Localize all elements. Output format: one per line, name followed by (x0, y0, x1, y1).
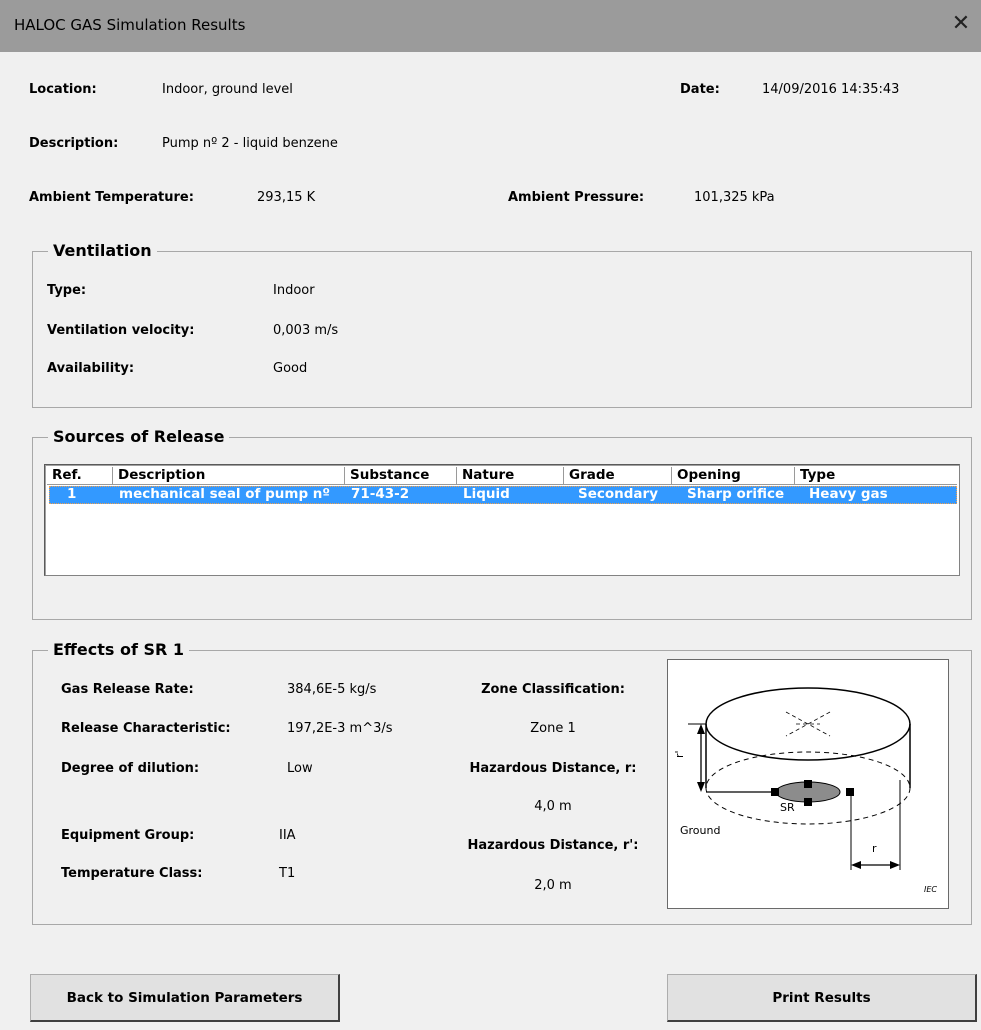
equipment-group-label: Equipment Group: (61, 828, 195, 843)
date-label: Date: (680, 82, 720, 97)
hazard-zone-diagram: r' SR Ground r IEC (667, 659, 949, 909)
close-icon[interactable]: ✕ (947, 10, 975, 38)
location-label: Location: (29, 82, 97, 97)
ground-label: Ground (680, 824, 720, 837)
ventilation-velocity-label: Ventilation velocity: (47, 323, 195, 338)
equipment-group-value: IIA (279, 828, 296, 843)
description-value: Pump nº 2 - liquid benzene (162, 136, 338, 151)
cell-grade: Secondary (578, 487, 658, 502)
cell-opening: Sharp orifice (687, 487, 785, 502)
column-header-substance[interactable]: Substance (345, 467, 457, 485)
temperature-class-value: T1 (279, 866, 296, 881)
availability-value: Good (273, 361, 308, 376)
iec-label: IEC (924, 885, 937, 894)
zone-classification-value: Zone 1 (530, 721, 576, 736)
sources-title: Sources of Release (48, 427, 230, 447)
dilution-value: Low (287, 761, 313, 776)
hazardous-distance-r2-value: 2,0 m (534, 878, 572, 893)
list-header: Ref. Description Substance Nature Grade … (47, 467, 957, 485)
ambient-pressure-label: Ambient Pressure: (508, 190, 645, 205)
back-button-label: Back to Simulation Parameters (66, 989, 303, 1006)
gas-release-rate-value: 384,6E-5 kg/s (287, 682, 377, 697)
ventilation-velocity-value: 0,003 m/s (273, 323, 339, 338)
sr-label: SR (780, 801, 795, 814)
print-results-button[interactable]: Print Results (667, 974, 977, 1022)
gas-release-rate-label: Gas Release Rate: (61, 682, 194, 697)
description-label: Description: (29, 136, 119, 151)
hazard-zone-drawing: r' SR Ground r IEC (673, 687, 937, 894)
cell-substance: 71-43-2 (351, 487, 410, 502)
column-header-grade[interactable]: Grade (564, 467, 672, 485)
hazardous-distance-r-value: 4,0 m (534, 799, 572, 814)
temperature-class-label: Temperature Class: (61, 866, 203, 881)
column-header-ref[interactable]: Ref. (47, 467, 113, 485)
location-value: Indoor, ground level (162, 82, 293, 97)
ambient-pressure-value: 101,325 kPa (694, 190, 775, 205)
column-header-description[interactable]: Description (113, 467, 345, 485)
column-header-type[interactable]: Type (795, 467, 957, 485)
hazardous-distance-r-label: Hazardous Distance, r: (469, 761, 637, 776)
r-prime-label: r' (673, 750, 686, 758)
release-characteristic-value: 197,2E-3 m^3/s (287, 721, 393, 736)
title-bar: HALOC GAS Simulation Results ✕ (0, 0, 981, 52)
column-header-opening[interactable]: Opening (672, 467, 795, 485)
hazardous-distance-r2-label: Hazardous Distance, r': (467, 838, 639, 853)
ventilation-type-label: Type: (47, 283, 87, 298)
zone-classification-label: Zone Classification: (481, 682, 625, 697)
cell-ref: 1 (67, 487, 77, 502)
column-header-nature[interactable]: Nature (457, 467, 564, 485)
cell-description: mechanical seal of pump nº (119, 487, 331, 502)
release-characteristic-label: Release Characteristic: (61, 721, 231, 736)
ambient-temperature-value: 293,15 K (257, 190, 316, 205)
r-label: r (872, 842, 877, 855)
dilution-label: Degree of dilution: (61, 761, 200, 776)
cell-nature: Liquid (463, 487, 510, 502)
table-row[interactable]: 1 mechanical seal of pump nº 71-43-2 Liq… (49, 486, 957, 504)
availability-label: Availability: (47, 361, 135, 376)
ventilation-title: Ventilation (48, 241, 157, 261)
print-button-label: Print Results (772, 989, 871, 1006)
cell-type: Heavy gas (809, 487, 888, 502)
ventilation-type-value: Indoor (273, 283, 315, 298)
back-to-simulation-parameters-button[interactable]: Back to Simulation Parameters (30, 974, 340, 1022)
sources-list[interactable]: Ref. Description Substance Nature Grade … (44, 464, 960, 576)
window-title: HALOC GAS Simulation Results (14, 16, 246, 34)
date-value: 14/09/2016 14:35:43 (762, 82, 900, 97)
ambient-temperature-label: Ambient Temperature: (29, 190, 194, 205)
effects-title: Effects of SR 1 (48, 640, 190, 660)
